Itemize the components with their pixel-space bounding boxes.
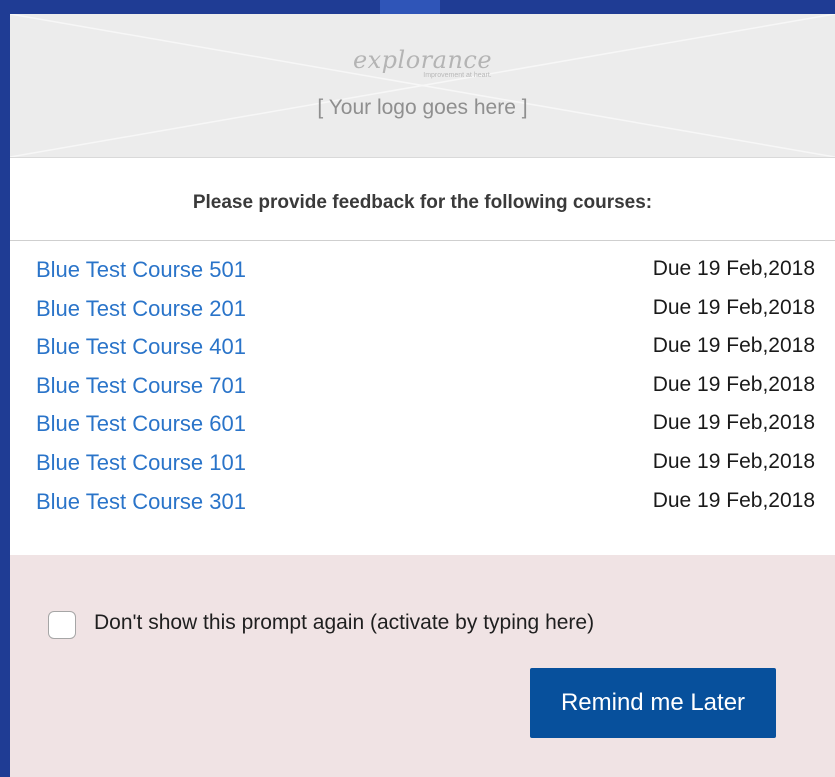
logo-placeholder-text: [ Your logo goes here ]	[317, 96, 528, 119]
course-link[interactable]: Blue Test Course 201	[36, 296, 246, 322]
logo-wordmark: explorance	[352, 46, 493, 74]
course-link[interactable]: Blue Test Course 301	[36, 489, 246, 515]
remind-later-button[interactable]: Remind me Later	[530, 668, 776, 738]
list-item: Blue Test Course 101 Due 19 Feb,2018	[10, 447, 835, 486]
course-link[interactable]: Blue Test Course 601	[36, 411, 246, 437]
course-due-date: Due 19 Feb,2018	[652, 449, 815, 473]
logo-placeholder-cross	[10, 14, 835, 157]
list-item: Blue Test Course 201 Due 19 Feb,2018	[10, 293, 835, 332]
prompt-heading: Please provide feedback for the followin…	[192, 192, 653, 213]
course-link[interactable]: Blue Test Course 401	[36, 334, 246, 360]
course-due-date: Due 19 Feb,2018	[652, 295, 815, 319]
course-due-date: Due 19 Feb,2018	[652, 488, 815, 512]
feedback-dialog: explorance Improvement at heart. [ Your …	[10, 14, 835, 777]
course-link[interactable]: Blue Test Course 501	[36, 257, 246, 283]
dont-show-again-checkbox[interactable]	[48, 611, 76, 639]
logo-tagline: Improvement at heart.	[423, 72, 492, 79]
brand-logo: explorance Improvement at heart.	[10, 46, 835, 79]
backdrop-strip	[380, 0, 440, 14]
dont-show-again-label[interactable]: Don't show this prompt again (activate b…	[94, 611, 594, 635]
course-due-date: Due 19 Feb,2018	[652, 334, 815, 358]
course-due-date: Due 19 Feb,2018	[652, 411, 815, 435]
course-link[interactable]: Blue Test Course 701	[36, 373, 246, 399]
list-item: Blue Test Course 701 Due 19 Feb,2018	[10, 370, 835, 409]
course-link[interactable]: Blue Test Course 101	[36, 450, 246, 476]
list-item: Blue Test Course 601 Due 19 Feb,2018	[10, 408, 835, 447]
list-item: Blue Test Course 401 Due 19 Feb,2018	[10, 331, 835, 370]
logo-area: explorance Improvement at heart. [ Your …	[10, 14, 835, 158]
list-item: Blue Test Course 501 Due 19 Feb,2018	[10, 254, 835, 293]
course-due-date: Due 19 Feb,2018	[652, 372, 815, 396]
divider	[10, 240, 835, 241]
list-item: Blue Test Course 301 Due 19 Feb,2018	[10, 486, 835, 525]
course-list: Blue Test Course 501 Due 19 Feb,2018 Blu…	[10, 254, 835, 524]
course-due-date: Due 19 Feb,2018	[652, 257, 815, 280]
dialog-footer: Don't show this prompt again (activate b…	[10, 555, 835, 777]
